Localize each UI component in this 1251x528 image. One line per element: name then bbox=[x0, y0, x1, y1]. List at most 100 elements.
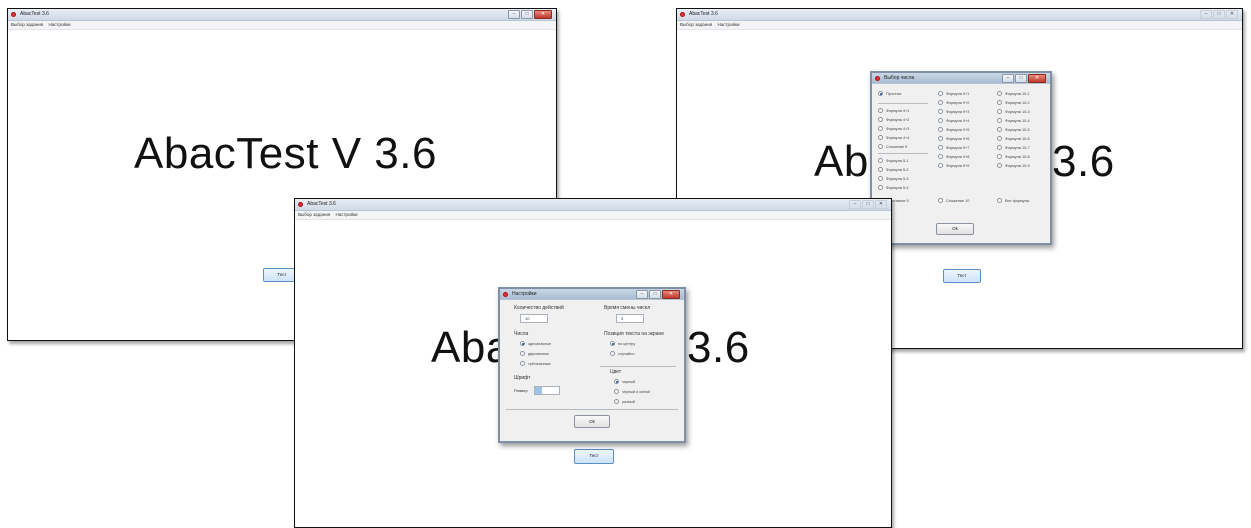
menu-item-task[interactable]: Выбор задания bbox=[11, 22, 43, 27]
formula-option[interactable]: Формула 9+3 bbox=[938, 109, 969, 114]
formula-option[interactable]: Формула 10-7 bbox=[997, 145, 1030, 150]
ok-button[interactable]: Ok bbox=[936, 223, 974, 235]
close-button[interactable]: ✕ bbox=[1028, 74, 1046, 83]
formula-option[interactable]: Формула 9+5 bbox=[938, 127, 969, 132]
formula-option[interactable]: Формула 4+3 bbox=[878, 126, 909, 131]
radio-button[interactable] bbox=[878, 126, 883, 131]
dialog-title-bar[interactable]: Выбор числа – □ ✕ bbox=[872, 73, 1050, 84]
formula-option[interactable]: Формула 4+1 bbox=[878, 108, 909, 113]
formula-option[interactable]: Формула 10-1 bbox=[997, 91, 1030, 96]
maximize-button[interactable]: □ bbox=[649, 290, 661, 299]
radio-center[interactable]: по центру bbox=[610, 341, 635, 346]
radio-button[interactable] bbox=[520, 361, 525, 366]
menu-item-settings[interactable]: Настройки bbox=[335, 212, 357, 217]
radio-button[interactable] bbox=[997, 145, 1002, 150]
minimize-button[interactable]: – bbox=[849, 200, 861, 209]
menu-item-settings[interactable]: Настройки bbox=[717, 22, 739, 27]
formula-option[interactable]: Все формулы bbox=[997, 198, 1029, 203]
formula-option[interactable]: Формула 10-6 bbox=[997, 136, 1030, 141]
radio-button[interactable] bbox=[520, 351, 525, 356]
radio-button[interactable] bbox=[938, 118, 943, 123]
formula-option[interactable]: Формула 10-4 bbox=[997, 118, 1030, 123]
radio-button[interactable] bbox=[878, 117, 883, 122]
radio-button[interactable] bbox=[614, 379, 619, 384]
menu-item-settings[interactable]: Настройки bbox=[48, 22, 70, 27]
radio-button[interactable] bbox=[938, 145, 943, 150]
close-button[interactable]: ✕ bbox=[875, 200, 887, 209]
radio-single-digit[interactable]: однозначные bbox=[520, 341, 551, 346]
formula-option[interactable]: Формула 9+8 bbox=[938, 154, 969, 159]
maximize-button[interactable]: □ bbox=[862, 200, 874, 209]
formula-option[interactable]: Формула 10-2 bbox=[997, 100, 1030, 105]
formula-option[interactable]: Сложение 5 bbox=[878, 144, 907, 149]
radio-button[interactable] bbox=[610, 341, 615, 346]
radio-button[interactable] bbox=[610, 351, 615, 356]
maximize-button[interactable]: □ bbox=[1213, 10, 1225, 19]
formula-option[interactable]: Формула 10-9 bbox=[997, 163, 1030, 168]
time-change-input[interactable]: 3 bbox=[616, 314, 644, 323]
radio-button[interactable] bbox=[878, 176, 883, 181]
radio-button[interactable] bbox=[997, 100, 1002, 105]
close-button[interactable]: ✕ bbox=[662, 290, 680, 299]
radio-button[interactable] bbox=[614, 399, 619, 404]
radio-button[interactable] bbox=[878, 185, 883, 190]
radio-button[interactable] bbox=[997, 91, 1002, 96]
radio-black[interactable]: черный bbox=[614, 379, 635, 384]
formula-option[interactable]: Формула 10-8 bbox=[997, 154, 1030, 159]
radio-button[interactable] bbox=[878, 108, 883, 113]
radio-button[interactable] bbox=[997, 109, 1002, 114]
radio-button[interactable] bbox=[997, 118, 1002, 123]
formula-option[interactable]: Формула 9+7 bbox=[938, 145, 969, 150]
radio-two-digit[interactable]: двузначные bbox=[520, 351, 549, 356]
radio-black-blue[interactable]: черный и синий bbox=[614, 389, 650, 394]
radio-various[interactable]: разный bbox=[614, 399, 635, 404]
test-button[interactable]: Тест bbox=[574, 449, 614, 464]
radio-button[interactable] bbox=[938, 127, 943, 132]
formula-option[interactable]: Формула 10-5 bbox=[997, 127, 1030, 132]
radio-button[interactable] bbox=[938, 136, 943, 141]
maximize-button[interactable]: □ bbox=[521, 10, 533, 19]
radio-button[interactable] bbox=[938, 109, 943, 114]
formula-option[interactable]: Формула 9+2 bbox=[938, 100, 969, 105]
formula-option[interactable]: Сложение 10 bbox=[938, 198, 969, 203]
radio-button[interactable] bbox=[938, 198, 943, 203]
formula-option[interactable]: Формула 4+4 bbox=[878, 135, 909, 140]
formula-option[interactable]: Формула 4+2 bbox=[878, 117, 909, 122]
radio-button[interactable] bbox=[938, 163, 943, 168]
maximize-button[interactable]: □ bbox=[1015, 74, 1027, 83]
formula-option[interactable]: Формула 9+6 bbox=[938, 136, 969, 141]
menu-item-task[interactable]: Выбор задания bbox=[298, 212, 330, 217]
formula-option[interactable]: Формула 5-1 bbox=[878, 158, 908, 163]
minimize-button[interactable]: – bbox=[1200, 10, 1212, 19]
formula-option[interactable]: Формула 9+4 bbox=[938, 118, 969, 123]
radio-button[interactable] bbox=[997, 198, 1002, 203]
ok-button[interactable]: Ok bbox=[574, 415, 610, 428]
radio-button[interactable] bbox=[878, 158, 883, 163]
minimize-button[interactable]: – bbox=[1002, 74, 1014, 83]
title-bar[interactable]: AbacTest 3.6 – □ ✕ bbox=[295, 199, 891, 211]
font-size-input[interactable] bbox=[534, 386, 560, 395]
formula-option[interactable]: Формула 9+1 bbox=[938, 91, 969, 96]
menu-item-task[interactable]: Выбор задания bbox=[680, 22, 712, 27]
formula-option[interactable]: Формула 5-4 bbox=[878, 185, 908, 190]
radio-button[interactable] bbox=[997, 163, 1002, 168]
minimize-button[interactable]: – bbox=[508, 10, 520, 19]
radio-three-digit[interactable]: трёхзначные bbox=[520, 361, 551, 366]
radio-random[interactable]: случайно bbox=[610, 351, 634, 356]
radio-button[interactable] bbox=[938, 154, 943, 159]
title-bar[interactable]: AbacTest 3.6 – □ ✕ bbox=[677, 9, 1242, 21]
dialog-title-bar[interactable]: Настройки – □ ✕ bbox=[500, 289, 684, 300]
radio-button[interactable] bbox=[938, 91, 943, 96]
title-bar[interactable]: AbacTest 3.6 – □ ✕ bbox=[8, 9, 556, 21]
minimize-button[interactable]: – bbox=[636, 290, 648, 299]
formula-option[interactable]: Формула 10-3 bbox=[997, 109, 1030, 114]
radio-button[interactable] bbox=[878, 144, 883, 149]
radio-button[interactable] bbox=[878, 135, 883, 140]
close-button[interactable]: ✕ bbox=[1226, 10, 1238, 19]
actions-count-input[interactable]: 10 bbox=[520, 314, 548, 323]
radio-button[interactable] bbox=[520, 341, 525, 346]
formula-option[interactable]: Формула 9+9 bbox=[938, 163, 969, 168]
radio-button[interactable] bbox=[878, 91, 883, 96]
test-button[interactable]: Тест bbox=[943, 269, 981, 283]
radio-button[interactable] bbox=[997, 136, 1002, 141]
